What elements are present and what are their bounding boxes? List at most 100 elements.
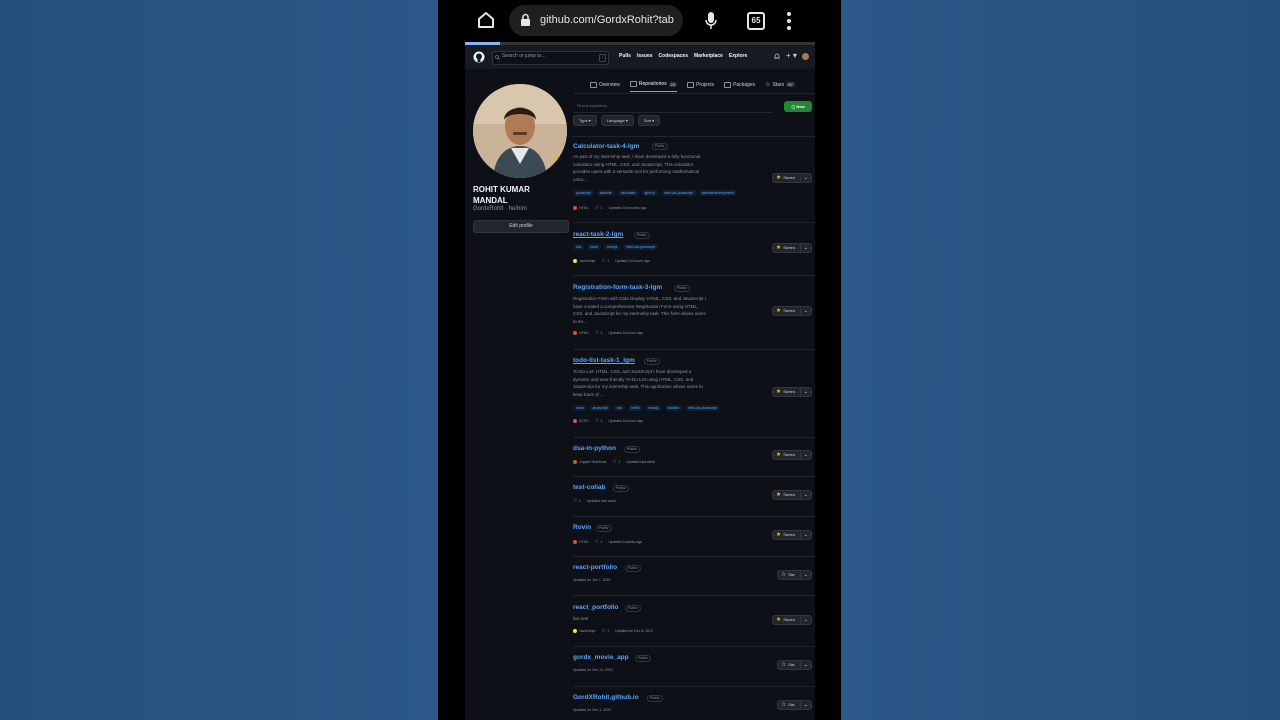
topic-tag[interactable]: website	[596, 190, 615, 196]
list-dropdown-icon[interactable]: ⌄	[799, 701, 808, 709]
language-filter-button[interactable]: Language ▾	[600, 115, 634, 126]
type-filter-button[interactable]: Type ▾	[573, 115, 597, 126]
overflow-menu-icon[interactable]	[787, 12, 791, 30]
tab-overview[interactable]: Overview	[590, 81, 620, 92]
tab-count-button[interactable]: 65	[747, 12, 765, 30]
repo-name-link[interactable]: gordx_movie_app	[573, 654, 629, 661]
address-bar[interactable]: github.com/GordxRohit?tab	[509, 5, 683, 36]
microphone-icon[interactable]	[704, 11, 718, 31]
unstar-button[interactable]: ★ Starred ⌄	[771, 450, 812, 460]
list-dropdown-icon[interactable]: ⌄	[799, 491, 808, 499]
list-dropdown-icon[interactable]: ⌄	[799, 571, 808, 579]
nav-issues[interactable]: Issues	[637, 53, 653, 59]
star-button-label: Starred	[783, 176, 795, 180]
edit-profile-button[interactable]: Edit profile	[473, 220, 569, 233]
tab-repositories[interactable]: Repositories 20	[629, 81, 678, 92]
topic-tag[interactable]: html-css-javascript	[660, 190, 696, 196]
tab-projects[interactable]: Projects	[687, 81, 714, 92]
star-button[interactable]: ☆ Star ⌄	[776, 700, 812, 710]
nav-pulls[interactable]: Pulls	[619, 53, 631, 59]
topic-list: css react reactjs html-css-javascript	[573, 244, 659, 250]
home-icon[interactable]	[477, 11, 495, 29]
topic-tag[interactable]: javascript	[589, 405, 611, 411]
topic-tag[interactable]: html5	[627, 405, 643, 411]
unstar-button[interactable]: ★ Starred ⌄	[771, 615, 812, 625]
updated-time: Updated on Nov 14, 2022	[573, 668, 613, 672]
repo-name-link[interactable]: test-collab	[573, 484, 606, 491]
topic-tag[interactable]: html-css-javascript	[684, 405, 720, 411]
new-repository-button[interactable]: ▢ New	[784, 101, 812, 112]
list-dropdown-icon[interactable]: ⌄	[799, 661, 808, 669]
list-dropdown-icon[interactable]: ⌄	[799, 616, 808, 624]
unstar-button[interactable]: ★ Starred ⌄	[771, 243, 812, 253]
repo-meta: HTML ☆ 1 Updated 16 hours ago	[573, 330, 643, 336]
tab-packages[interactable]: Packages	[724, 81, 755, 92]
repo-name-link[interactable]: react-task-2-lgm	[573, 231, 623, 238]
repo-name-link[interactable]: GordXRohit.github.io	[573, 694, 639, 701]
stargazers-link[interactable]: ☆ 1	[573, 498, 581, 504]
star-button[interactable]: ☆ Star ⌄	[776, 570, 812, 580]
topic-tag[interactable]: lgmvip	[641, 190, 658, 196]
topic-tag[interactable]: html-css-javascript	[623, 244, 659, 250]
stargazers-link[interactable]: ☆ 1	[612, 459, 620, 465]
repo-name-link[interactable]: react-portfolio	[573, 564, 617, 571]
profile-avatar[interactable]	[473, 84, 567, 178]
repo-name-link[interactable]: react_portfolio	[573, 604, 619, 611]
topic-tag[interactable]: websitedevelopment	[698, 190, 737, 196]
star-count: 1	[600, 540, 603, 544]
repo-name-link[interactable]: Registration-form-task-3-lgm	[573, 284, 662, 291]
topic-tag[interactable]: javascript	[573, 190, 594, 196]
unstar-button[interactable]: ★ Starred ⌄	[771, 173, 812, 183]
list-dropdown-icon[interactable]: ⌄	[799, 244, 808, 252]
topic-tag[interactable]: react	[587, 244, 602, 250]
nav-explore[interactable]: Explore	[729, 53, 747, 59]
list-dropdown-icon[interactable]: ⌄	[799, 531, 808, 539]
stargazers-link[interactable]: ☆ 1	[595, 205, 603, 211]
create-new-menu[interactable]: + ▾	[786, 51, 797, 60]
phone-screen: github.com/GordxRohit?tab 65 Search or j…	[465, 0, 815, 720]
list-dropdown-icon[interactable]: ⌄	[799, 174, 808, 182]
repo-row: Calculator-task-4-lgm Public As part of my…	[573, 136, 815, 223]
user-avatar-small[interactable]	[802, 53, 809, 60]
stargazers-link[interactable]: ☆ 1	[595, 418, 603, 424]
repo-name-link[interactable]: dsa-in-python	[573, 445, 616, 452]
star-icon: ★	[775, 452, 782, 458]
topic-tag[interactable]: reactjs	[604, 244, 621, 250]
unstar-button[interactable]: ★ Starred ⌄	[771, 306, 812, 316]
find-repository-input[interactable]: Find a repository...	[573, 100, 773, 113]
github-search-input[interactable]: Search or jump to... /	[492, 51, 609, 65]
star-button[interactable]: ☆ Star ⌄	[776, 660, 812, 670]
topic-tag[interactable]: reactjs	[645, 405, 662, 411]
topic-tag[interactable]: css	[613, 405, 625, 411]
list-dropdown-icon[interactable]: ⌄	[799, 388, 808, 396]
stargazers-link[interactable]: ☆ 1	[595, 539, 603, 545]
tab-count: 20	[668, 81, 678, 87]
topic-tag[interactable]: calculator	[617, 190, 639, 196]
nav-codespaces[interactable]: Codespaces	[659, 53, 688, 59]
language-name: HTML	[579, 205, 589, 210]
slash-shortcut-hint: /	[599, 54, 606, 62]
unstar-button[interactable]: ★ Starred ⌄	[771, 387, 812, 397]
bell-icon[interactable]	[774, 53, 780, 60]
repo-name-link[interactable]: todo-list-task-1_lgm	[573, 357, 635, 364]
stargazers-link[interactable]: ☆ 1	[601, 258, 609, 264]
stargazers-link[interactable]: ☆ 1	[595, 330, 603, 336]
stargazers-link[interactable]: ☆ 1	[601, 628, 609, 634]
unstar-button[interactable]: ★ Starred ⌄	[771, 490, 812, 500]
topic-tag[interactable]: react	[573, 405, 587, 411]
updated-time: Updated 3 weeks ago	[608, 540, 643, 544]
visibility-badge: Public	[674, 285, 690, 292]
nav-marketplace[interactable]: Marketplace	[694, 53, 723, 59]
sort-filter-button[interactable]: Sort ▾	[637, 115, 661, 126]
repo-name-link[interactable]: Rovin	[573, 524, 591, 531]
list-dropdown-icon[interactable]: ⌄	[799, 307, 808, 315]
topic-tag[interactable]: css	[573, 244, 585, 250]
tab-stars[interactable]: ☆ Stars 87	[765, 81, 795, 92]
unstar-button[interactable]: ★ Starred ⌄	[771, 530, 812, 540]
repo-name-link[interactable]: Calculator-task-4-lgm	[573, 143, 639, 150]
repo-meta: HTML ☆ 1 Updated 3 weeks ago	[573, 539, 642, 545]
list-dropdown-icon[interactable]: ⌄	[799, 451, 808, 459]
star-button-label: Starred	[783, 533, 795, 537]
topic-tag[interactable]: todolist	[664, 405, 682, 411]
github-logo-icon[interactable]	[473, 51, 485, 63]
